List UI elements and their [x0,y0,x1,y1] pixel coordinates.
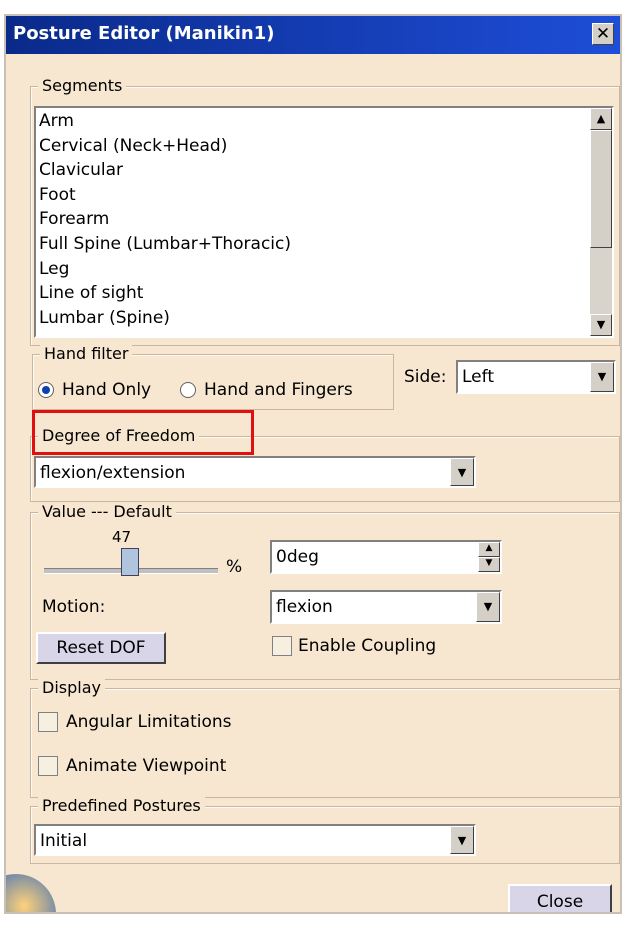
dof-highlight-box [32,410,254,455]
segment-item[interactable]: Full Spine (Lumbar+Thoracic) [39,232,291,257]
segment-item[interactable]: Lumbar (Spine) [39,306,291,331]
side-value: Left [462,367,494,387]
scroll-up-button[interactable]: ▲ [590,108,612,130]
postures-value: Initial [40,831,88,851]
segment-item[interactable]: Cervical (Neck+Head) [39,134,291,159]
close-window-button[interactable]: ✕ [592,23,614,45]
animate-viewpoint-checkbox[interactable] [38,756,58,776]
chevron-down-icon[interactable]: ▼ [450,826,474,854]
arrow-up-icon: ▲ [596,112,606,125]
postures-select[interactable]: Initial ▼ [34,824,476,856]
spin-up-icon[interactable]: ▲ [478,542,500,557]
display-legend: Display [38,678,105,698]
segments-legend: Segments [38,76,127,96]
hand-filter-legend: Hand filter [40,344,133,364]
angular-limitations-label: Angular Limitations [66,712,232,732]
enable-coupling-label: Enable Coupling [298,636,437,656]
segment-item[interactable]: Line of sight [39,281,291,306]
chevron-down-icon[interactable]: ▼ [450,458,474,486]
motion-label: Motion: [42,597,106,617]
angular-limitations-checkbox[interactable] [38,712,58,732]
dof-slider-thumb[interactable] [121,548,139,576]
segments-listbox[interactable]: Arm Cervical (Neck+Head) Clavicular Foot For… [34,106,614,338]
arrow-down-icon: ▼ [596,318,606,331]
motion-select[interactable]: flexion ▼ [270,590,502,624]
segments-list: Arm Cervical (Neck+Head) Clavicular Foot For… [39,109,291,330]
segment-item[interactable]: Arm [39,109,291,134]
display-group: Display [30,678,620,798]
motion-value: flexion [276,597,333,617]
scroll-down-button[interactable]: ▼ [590,314,612,336]
angle-value-input[interactable]: 0deg ▲ ▼ [270,540,502,574]
slider-value-label: 47 [112,528,132,546]
segments-scrollbar[interactable]: ▲ ▼ [590,108,612,336]
side-select[interactable]: Left ▼ [456,360,616,394]
close-button[interactable]: Close [508,884,612,912]
segment-item[interactable]: Forearm [39,207,291,232]
dof-value: flexion/extension [40,463,186,483]
segment-item[interactable]: Foot [39,183,291,208]
dof-select[interactable]: flexion/extension ▼ [34,456,476,488]
spin-down-icon[interactable]: ▼ [478,557,500,572]
chevron-down-icon[interactable]: ▼ [476,592,500,622]
chevron-down-icon[interactable]: ▼ [590,362,614,392]
segment-item[interactable]: Clavicular [39,158,291,183]
enable-coupling-checkbox[interactable] [272,636,292,656]
side-label: Side: [404,367,447,387]
angle-spinner[interactable]: ▲ ▼ [478,542,500,572]
window-title: Posture Editor (Manikin1) [13,23,275,44]
value-legend: Value --- Default [38,502,176,522]
hand-only-radio[interactable] [38,382,54,398]
angle-value: 0deg [276,547,319,567]
hand-and-fingers-label: Hand and Fingers [204,380,353,400]
reset-dof-button[interactable]: Reset DOF [36,632,166,664]
hand-and-fingers-radio[interactable] [180,382,196,398]
posture-editor-window: Posture Editor (Manikin1) ✕ Segments Arm… [4,14,622,914]
hand-only-label: Hand Only [62,380,152,400]
close-icon: ✕ [595,24,611,44]
scroll-thumb[interactable] [590,130,612,248]
postures-legend: Predefined Postures [38,796,205,816]
animate-viewpoint-label: Animate Viewpoint [66,756,227,776]
percent-label: % [226,557,243,577]
segment-item[interactable]: Leg [39,257,291,282]
title-bar: Posture Editor (Manikin1) ✕ [6,16,620,54]
decorative-orb-icon [6,874,56,912]
